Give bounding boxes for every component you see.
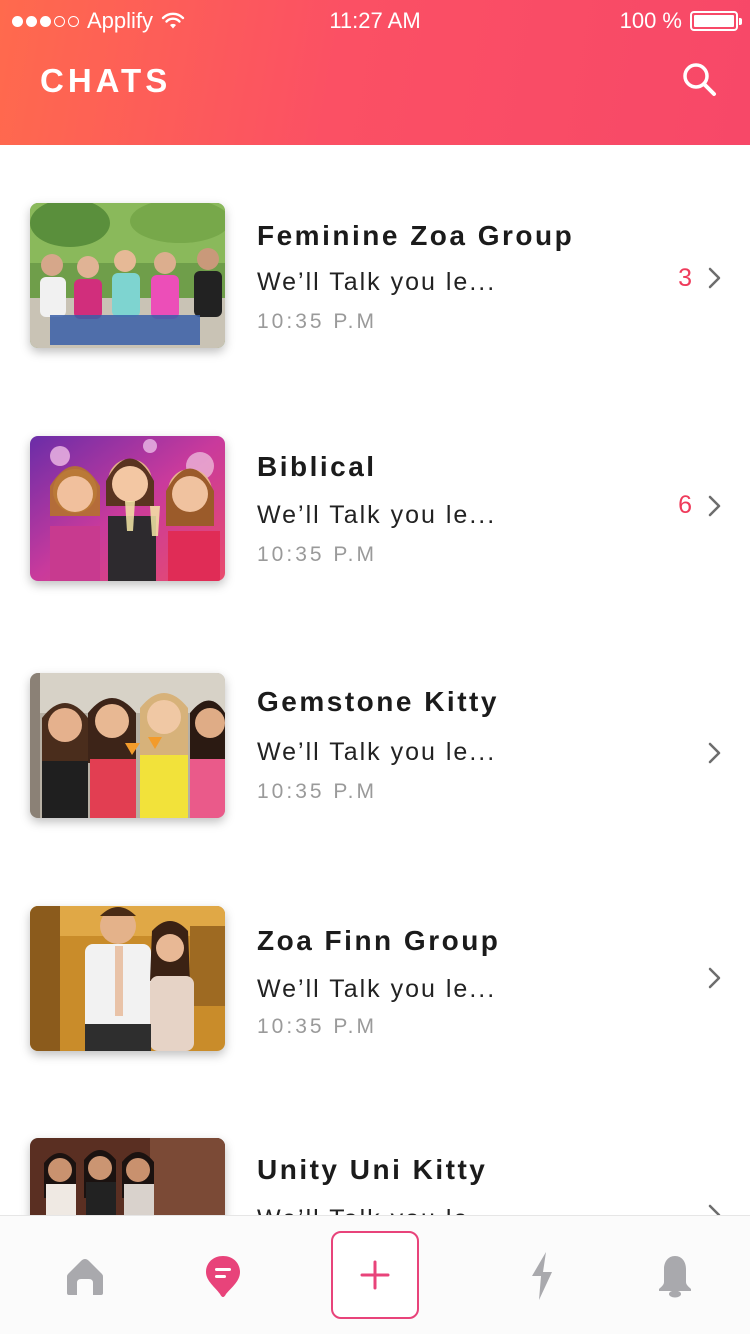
chat-preview: We’ll Talk you le... bbox=[257, 975, 497, 1003]
bottom-tab-bar bbox=[0, 1215, 750, 1334]
tab-activity[interactable] bbox=[491, 1216, 591, 1334]
chevron-right-icon bbox=[708, 967, 721, 989]
app-header: Applify 11:27 AM 100 % CHATS bbox=[0, 0, 750, 145]
chat-time: 10:35 P.M bbox=[257, 310, 378, 333]
chat-preview: We’ll Talk you le... bbox=[257, 268, 497, 296]
chat-item-biblical[interactable]: Biblical We’ll Talk you le... 10:35 P.M … bbox=[0, 433, 750, 663]
battery-percent: 100 % bbox=[619, 8, 682, 33]
chat-thumbnail bbox=[30, 1138, 225, 1215]
tab-home[interactable] bbox=[35, 1216, 135, 1334]
plus-icon bbox=[360, 1260, 390, 1290]
home-icon bbox=[67, 1258, 103, 1295]
chat-name: Biblical bbox=[257, 451, 377, 482]
chat-name: Unity Uni Kitty bbox=[257, 1154, 488, 1185]
search-button[interactable] bbox=[680, 60, 720, 100]
chevron-right-icon bbox=[708, 1204, 721, 1215]
chat-thumbnail bbox=[30, 203, 225, 348]
chat-item-zoa-finn-group[interactable]: Zoa Finn Group We’ll Talk you le... 10:3… bbox=[0, 903, 750, 1133]
battery-icon bbox=[690, 11, 742, 31]
chat-name: Zoa Finn Group bbox=[257, 925, 501, 956]
chat-time: 10:35 P.M bbox=[257, 1015, 378, 1038]
chat-thumbnail bbox=[30, 906, 225, 1051]
chat-name: Gemstone Kitty bbox=[257, 686, 499, 717]
chat-thumbnail bbox=[30, 436, 225, 581]
bolt-icon bbox=[532, 1251, 552, 1300]
chat-item-gemstone-kitty[interactable]: Gemstone Kitty We’ll Talk you le... 10:3… bbox=[0, 670, 750, 900]
tab-chats[interactable] bbox=[173, 1216, 273, 1334]
chevron-right-icon bbox=[708, 495, 721, 517]
search-icon bbox=[683, 63, 716, 96]
chat-time: 10:35 P.M bbox=[257, 543, 378, 566]
chat-time: 10:35 P.M bbox=[257, 780, 378, 803]
unread-count: 3 bbox=[678, 264, 692, 292]
chat-item-feminine-zoa-group[interactable]: Feminine Zoa Group We’ll Talk you le... … bbox=[0, 200, 750, 430]
tab-notifications[interactable] bbox=[625, 1216, 725, 1334]
chat-name: Feminine Zoa Group bbox=[257, 220, 575, 251]
page-title: CHATS bbox=[40, 62, 172, 99]
chevron-right-icon bbox=[708, 742, 721, 764]
status-bar: Applify 11:27 AM 100 % bbox=[0, 0, 750, 42]
bell-icon bbox=[659, 1255, 691, 1297]
chat-icon bbox=[206, 1255, 240, 1297]
chat-item-unity-uni-kitty[interactable]: Unity Uni Kitty We’ll Talk you le... bbox=[0, 1135, 750, 1215]
new-chat-button[interactable] bbox=[331, 1231, 419, 1319]
chevron-right-icon bbox=[708, 267, 721, 289]
chat-list: Feminine Zoa Group We’ll Talk you le... … bbox=[0, 145, 750, 1215]
unread-count: 6 bbox=[678, 491, 692, 519]
battery-status: 100 % bbox=[619, 8, 742, 34]
chat-thumbnail bbox=[30, 673, 225, 818]
chat-preview: We’ll Talk you le... bbox=[257, 1205, 496, 1215]
chat-preview: We’ll Talk you le... bbox=[257, 501, 497, 529]
chat-preview: We’ll Talk you le... bbox=[257, 738, 497, 766]
